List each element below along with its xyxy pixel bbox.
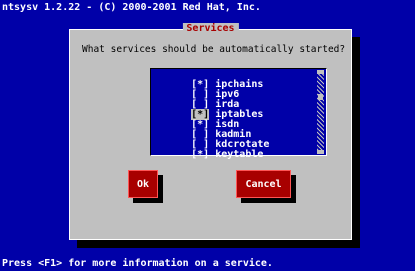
services-dialog: Services What services should be automat…	[69, 23, 352, 240]
scroll-up-arrow-icon[interactable]	[317, 70, 324, 74]
question-text: What services should be automatically st…	[82, 44, 346, 55]
cancel-button[interactable]: Cancel	[236, 170, 291, 198]
list-item-label: keytable	[215, 149, 264, 160]
scroll-thumb[interactable]	[318, 94, 323, 100]
list-item-ipv6[interactable]: [ ] ipv6	[155, 80, 239, 100]
checkbox-keytable[interactable]: [*]	[191, 149, 209, 160]
list-scrollbar[interactable]	[317, 70, 324, 154]
list-item-kadmin[interactable]: [ ] kadmin	[155, 120, 251, 140]
scroll-down-arrow-icon[interactable]	[317, 150, 324, 154]
list-item-kdcrotate[interactable]: [ ] kdcrotate	[155, 130, 269, 150]
status-bar: Press <F1> for more information on a ser…	[2, 258, 273, 269]
list-item-irda[interactable]: [ ] irda	[155, 90, 239, 110]
dialog-title: Services	[182, 23, 239, 35]
list-item-isdn[interactable]: [*] isdn	[155, 110, 239, 130]
list-item-ipchains[interactable]: [*] ipchains	[155, 70, 263, 90]
list-item-keytable[interactable]: [*] keytable	[155, 140, 263, 160]
services-list[interactable]: [*] ipchains [ ] ipv6 [ ] irda [*] iptab…	[150, 68, 327, 160]
app-title: ntsysv 1.2.22 - (C) 2000-2001 Red Hat, I…	[2, 2, 261, 13]
list-item-iptables[interactable]: [*] iptables	[155, 100, 263, 120]
ok-button[interactable]: Ok	[128, 170, 158, 198]
